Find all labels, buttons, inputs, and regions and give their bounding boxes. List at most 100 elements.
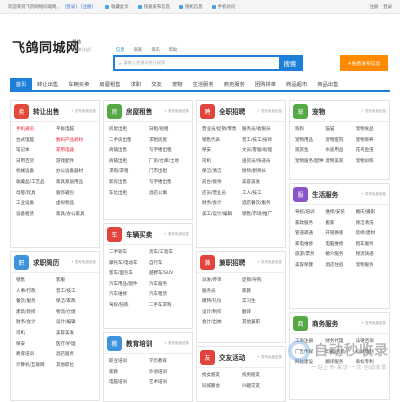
category-link[interactable]: 保洁/家政	[56, 297, 96, 308]
site-logo[interactable]: 飞鸽同城网	[12, 37, 80, 56]
category-link[interactable]: 游戏配件	[56, 157, 96, 168]
category-link[interactable]: 办公设备器材	[56, 167, 96, 178]
category-link[interactable]: 汽车服务	[149, 280, 189, 291]
category-link[interactable]: 客车/面包车	[109, 269, 149, 280]
category-link[interactable]: 越野车/SUV	[149, 269, 189, 280]
category-link[interactable]: 设计/编辑	[56, 318, 96, 329]
card-title[interactable]: 商务服务	[312, 318, 338, 328]
category-link[interactable]: 收藏品/工艺品	[16, 178, 56, 189]
category-link[interactable]: 家教	[109, 368, 149, 379]
category-link[interactable]: 平板电脑	[56, 125, 96, 136]
quick-publish-link[interactable]: 快速发布信息	[137, 4, 170, 10]
category-link[interactable]: 网站建设	[295, 358, 325, 369]
category-link[interactable]: 普工/技工	[56, 287, 96, 298]
category-link[interactable]: 法律咨询	[356, 337, 386, 348]
top-register-link[interactable]: 注册	[369, 4, 378, 10]
register-link[interactable]: [注册]	[81, 4, 93, 10]
card-publish-link[interactable]: + 发布免费信息	[361, 321, 386, 326]
category-link[interactable]: 职业培训	[109, 357, 149, 368]
category-link[interactable]: 二手房出售	[109, 136, 149, 147]
search-tab-business[interactable]: 商家	[134, 47, 143, 53]
publish-button[interactable]: +免费发布信息	[340, 55, 388, 71]
card-title[interactable]: 宠物	[312, 106, 325, 116]
card-title[interactable]: 教育培训	[126, 338, 152, 348]
category-link[interactable]: 学历教育	[149, 357, 189, 368]
category-link[interactable]: 美工/设计/编辑	[202, 210, 242, 221]
category-link[interactable]: 保洁/清洁	[202, 167, 242, 178]
category-link[interactable]: 前台/接待	[202, 178, 242, 189]
category-link[interactable]: 维修/安装	[325, 208, 355, 219]
nav-item[interactable]: 房屋租售	[94, 78, 125, 90]
category-link[interactable]: 同城聚会	[202, 382, 242, 393]
category-link[interactable]: 模特/礼仪	[202, 297, 242, 308]
category-link[interactable]: 翻译	[242, 308, 282, 319]
category-link[interactable]: 司机	[16, 329, 56, 340]
category-link[interactable]: 兴趣交友	[242, 382, 282, 393]
category-link[interactable]: 汽车用品/配件	[109, 280, 149, 291]
card-title[interactable]: 求职简历	[33, 257, 59, 267]
category-link[interactable]: 酒店服务	[56, 350, 96, 361]
category-link[interactable]: 求租房屋	[149, 136, 189, 147]
card-publish-link[interactable]: + 发布免费信息	[164, 341, 189, 346]
category-link[interactable]: 观赏鱼	[295, 146, 325, 157]
category-link[interactable]: 文员/客服/助理	[242, 146, 282, 157]
category-link[interactable]: 开锁换锁	[325, 229, 355, 240]
category-link[interactable]: 商铺出售	[109, 146, 149, 157]
category-link[interactable]: 宠物医院	[325, 136, 355, 147]
login-link[interactable]: [登录]	[65, 4, 77, 10]
card-title[interactable]: 车辆买卖	[126, 229, 152, 239]
category-link[interactable]: 销售代表	[202, 136, 242, 147]
category-link[interactable]: 母婴/玩具	[16, 189, 56, 200]
card-publish-link[interactable]: + 发布免费信息	[164, 109, 189, 114]
nav-item[interactable]: 商品出售	[312, 78, 343, 90]
search-input[interactable]: ⌕ 请输入关键词进行搜索	[115, 57, 279, 69]
category-link[interactable]: 日租/短租	[149, 125, 189, 136]
category-link[interactable]: 厂房/仓库/土地	[149, 157, 189, 168]
category-link[interactable]: 装修/建材	[356, 229, 386, 240]
category-link[interactable]: 其他职位	[56, 361, 96, 372]
card-title[interactable]: 生活服务	[312, 189, 338, 199]
category-link[interactable]: 工业设备	[16, 199, 56, 210]
category-link[interactable]: 家电维修	[295, 240, 325, 251]
category-link[interactable]: 家具/办公家具	[56, 210, 96, 221]
category-link[interactable]: 普工/技工/技师	[242, 136, 282, 147]
category-link[interactable]: 笔记本	[16, 146, 56, 157]
category-link[interactable]: 机械设备	[16, 167, 56, 178]
category-link[interactable]: 写字楼出售	[149, 178, 189, 189]
category-link[interactable]: 设计/制作	[202, 308, 242, 319]
category-link[interactable]: 宠物训练	[356, 157, 386, 168]
search-tab-info[interactable]: 信息	[116, 47, 125, 53]
card-publish-link[interactable]: + 发布免费信息	[257, 260, 282, 265]
category-link[interactable]: 求购/求租	[109, 167, 149, 178]
category-link[interactable]: 驾校/陪练	[109, 301, 149, 312]
category-link[interactable]: 保安	[202, 146, 242, 157]
card-publish-link[interactable]: + 发布免费信息	[164, 232, 189, 237]
nav-home[interactable]: 首页	[10, 78, 32, 90]
nav-item[interactable]: 求职	[126, 78, 147, 90]
category-link[interactable]: 商铺出租	[109, 157, 149, 168]
category-link[interactable]: 管道疏通	[295, 229, 325, 240]
category-link[interactable]: 狗狗	[295, 125, 325, 136]
category-link[interactable]: 找男朋友	[242, 371, 282, 382]
card-title[interactable]: 兼职招聘	[219, 257, 245, 267]
category-link[interactable]: 广告传媒	[295, 348, 325, 359]
category-link[interactable]: 摩托车/电动车	[109, 259, 149, 270]
category-link[interactable]: 自行车	[149, 259, 189, 270]
category-link[interactable]: 旅游/票务	[295, 250, 325, 261]
category-link[interactable]: 猫猫	[325, 125, 355, 136]
category-link[interactable]: 台式电脑	[16, 136, 56, 147]
category-link[interactable]: 租车服务	[356, 240, 386, 251]
category-link[interactable]: 计算机/互联网	[16, 361, 56, 372]
category-link[interactable]: 宠物寄养	[356, 136, 386, 147]
nav-item[interactable]: 团购拼单	[250, 78, 281, 90]
category-link[interactable]: 家具家居用品	[56, 178, 96, 189]
category-link[interactable]: 财务代理	[325, 337, 355, 348]
category-link[interactable]: 餐饮/服务	[16, 297, 56, 308]
search-tab-news[interactable]: 资讯	[151, 47, 160, 53]
category-link[interactable]: 车位出租	[109, 189, 149, 200]
category-link[interactable]: 服务员/收银员	[242, 125, 282, 136]
category-link[interactable]: 宠物食品	[356, 125, 386, 136]
category-link[interactable]: 婚庆/摄影	[356, 208, 386, 219]
card-title[interactable]: 全职招聘	[219, 106, 245, 116]
category-link[interactable]: 工人/技工	[242, 189, 282, 200]
